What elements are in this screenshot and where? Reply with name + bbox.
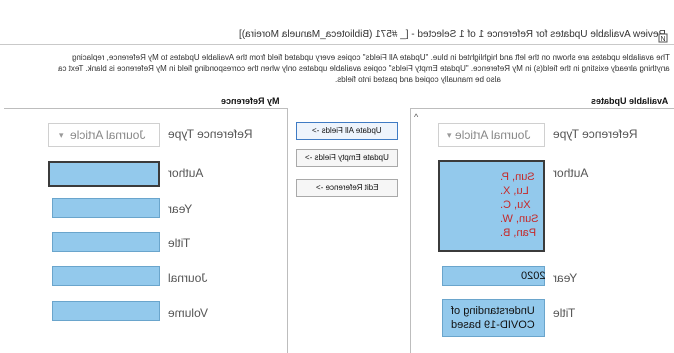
available-reference-type-label: Reference Type bbox=[553, 127, 638, 141]
my-volume-field[interactable] bbox=[52, 301, 160, 321]
description-line-1: The available updates are shown on the l… bbox=[72, 53, 670, 62]
available-year-label: Year bbox=[553, 271, 578, 285]
endnote-icon: N bbox=[658, 30, 668, 43]
author-item: Sun, W. bbox=[500, 213, 539, 225]
my-journal-label: Journal bbox=[168, 271, 208, 285]
window-title-text: Review Available Updates for Reference 1… bbox=[239, 29, 666, 40]
title-value: Understanding of COVID-19 based bbox=[451, 305, 535, 331]
my-author-field[interactable] bbox=[48, 161, 160, 187]
author-item: Lu, X. bbox=[500, 185, 529, 197]
my-volume-label: Volume bbox=[168, 306, 209, 320]
description-line-2: anything already existing in the field(s… bbox=[58, 64, 670, 73]
available-reference-type-select[interactable]: Journal Article ▾ bbox=[438, 123, 545, 147]
chevron-down-icon: ▾ bbox=[447, 130, 452, 140]
my-year-label: Year bbox=[168, 202, 193, 216]
author-item: Xu, C. bbox=[500, 199, 531, 211]
my-reference-type-select[interactable]: Journal Article ▾ bbox=[48, 123, 160, 147]
update-all-fields-button[interactable]: Update All Fields -> bbox=[296, 122, 398, 140]
my-title-field[interactable] bbox=[52, 232, 160, 252]
my-year-field[interactable] bbox=[52, 198, 160, 218]
my-journal-field[interactable] bbox=[52, 266, 160, 286]
chevron-down-icon: ▾ bbox=[59, 130, 64, 140]
window-title: Review Available Updates for Reference 1… bbox=[239, 29, 666, 40]
available-year-field[interactable]: 2020 bbox=[442, 266, 545, 286]
my-title-label: Title bbox=[168, 236, 191, 250]
available-author-field[interactable]: Sun, P. Lu, X. Xu, C. Sun, W. Pan, B. bbox=[438, 160, 545, 252]
available-title-field[interactable]: Understanding of COVID-19 based bbox=[442, 299, 545, 337]
author-list: Sun, P. Lu, X. Xu, C. Sun, W. Pan, B. bbox=[500, 170, 539, 240]
available-title-label: Title bbox=[553, 306, 576, 320]
author-item: Sun, P. bbox=[500, 171, 535, 183]
author-item: Pan, B. bbox=[500, 227, 537, 239]
scroll-up-arrow-icon[interactable]: ^ bbox=[414, 112, 418, 122]
available-author-label: Author bbox=[553, 166, 589, 180]
my-author-label: Author bbox=[168, 166, 204, 180]
description-line-3: also be manually copied and pasted into … bbox=[335, 75, 501, 84]
available-updates-header: Available Updates bbox=[590, 96, 668, 106]
my-reference-type-label: Reference Type bbox=[168, 127, 253, 141]
year-value: 2020 bbox=[521, 270, 546, 282]
edit-reference-button[interactable]: Edit Reference -> bbox=[296, 179, 398, 197]
update-empty-fields-button[interactable]: Update Empty Fields -> bbox=[296, 149, 398, 167]
svg-text:N: N bbox=[660, 36, 665, 43]
title-separator bbox=[0, 44, 674, 45]
my-reference-header: My Reference bbox=[221, 96, 280, 106]
